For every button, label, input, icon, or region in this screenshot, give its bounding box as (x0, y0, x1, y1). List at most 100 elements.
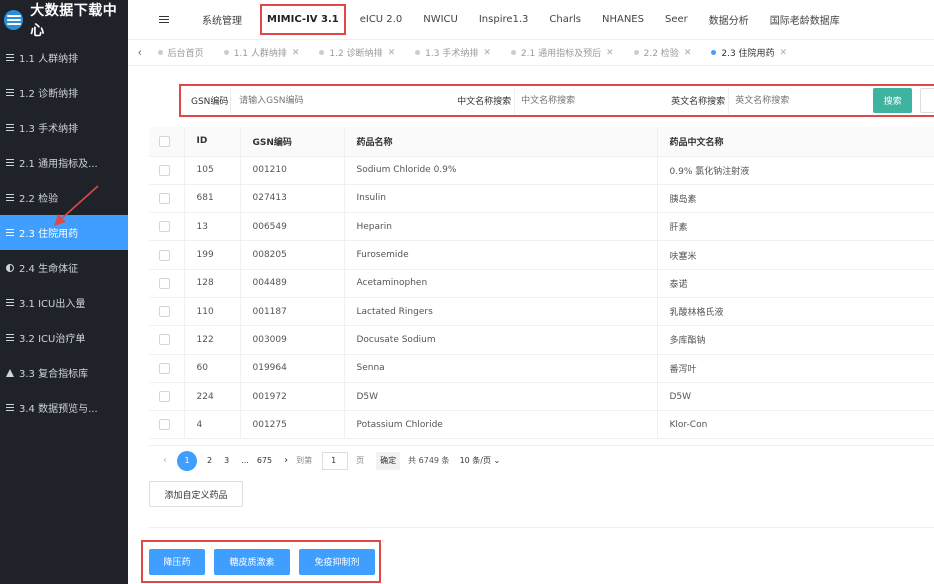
page-tab-1-1[interactable]: 1.1 人群纳排 ✕ (223, 46, 300, 59)
table-row[interactable]: 199 008205 Furosemide 呋塞米 (149, 240, 934, 270)
table-row[interactable]: 60 019964 Senna 番泻叶 (149, 354, 934, 383)
cell-gsn: 001972 (240, 382, 345, 412)
close-icon[interactable]: ✕ (388, 48, 396, 58)
jump-confirm-button[interactable]: 确定 (376, 451, 401, 470)
topnav-tab-inspire[interactable]: Inspire1.3 (479, 14, 529, 25)
antihypertensive-button[interactable]: 降压药 (149, 548, 205, 575)
cell-id: 60 (184, 354, 241, 383)
table-row[interactable]: 128 004489 Acetaminophen 泰诺 (149, 269, 934, 298)
topnav-tab-aging-db[interactable]: 国际老龄数据库 (770, 12, 840, 27)
sidebar-menu: 1.1 人群纳排 1.2 诊断纳排 1.3 手术纳排 2.1 通用指标及... … (0, 40, 128, 425)
gsn-label: GSN编码 (191, 97, 229, 107)
select-all-checkbox[interactable] (159, 135, 170, 147)
table-row[interactable]: 13 006549 Heparin 肝素 (149, 212, 934, 242)
row-checkbox[interactable] (159, 334, 170, 346)
page-3[interactable]: 3 (224, 456, 229, 465)
sidebar-item-2-2[interactable]: 2.2 检验 (0, 180, 128, 215)
sidebar-item-1-3[interactable]: 1.3 手术纳排 (0, 110, 128, 145)
search-button[interactable]: 搜索 (873, 88, 913, 113)
sidebar-item-label: 3.4 数据预览与... (19, 404, 98, 415)
cell-drug-name: Sodium Chloride 0.9% (344, 156, 658, 185)
immunosuppressant-button[interactable]: 免疫抑制剂 (299, 548, 375, 575)
reset-button[interactable] (920, 88, 934, 113)
topnav-tab-seer[interactable]: Seer (665, 14, 688, 25)
cell-id: 199 (184, 240, 241, 270)
sidebar-item-3-3[interactable]: 3.3 复合指标库 (0, 355, 128, 390)
list-icon (6, 53, 14, 62)
list-icon (6, 298, 14, 307)
page-tab-2-3[interactable]: 2.3 住院用药 ✕ (711, 46, 787, 59)
cell-gsn: 027413 (240, 184, 345, 214)
cn-name-input[interactable] (514, 87, 642, 114)
topnav-tab-analysis[interactable]: 数据分析 (709, 12, 749, 27)
top-navbar: 系统管理 MIMIC-IV 3.1 eICU 2.0 NWICU Inspire… (128, 0, 934, 40)
row-checkbox[interactable] (159, 391, 170, 403)
jump-label: 到第 (296, 456, 313, 465)
topnav-tab-nhanes[interactable]: NHANES (602, 14, 644, 25)
cell-drug-cn-name: 乳酸林格氏液 (657, 297, 934, 327)
menu-fold-icon[interactable] (159, 15, 169, 24)
row-checkbox[interactable] (159, 192, 170, 204)
next-page-icon[interactable]: › (284, 455, 288, 466)
prev-page-icon[interactable]: ‹ (163, 455, 167, 466)
table-row[interactable]: 122 003009 Docusate Sodium 多库酯钠 (149, 325, 934, 355)
add-custom-drug-button[interactable]: 添加自定义药品 (149, 481, 243, 507)
page-tab-home[interactable]: 后台首页 (157, 46, 204, 59)
half-circle-icon (6, 263, 14, 272)
page-tab-label: 2.2 检验 (643, 49, 679, 59)
page-ellipsis[interactable]: ... (241, 456, 249, 465)
page-tab-1-3[interactable]: 1.3 手术纳排 ✕ (415, 46, 491, 59)
close-icon[interactable]: ✕ (780, 48, 788, 58)
sidebar-item-1-1[interactable]: 1.1 人群纳排 (0, 40, 128, 75)
topnav-tab-nwicu[interactable]: NWICU (423, 14, 458, 25)
sidebar-item-2-3[interactable]: 2.3 住院用药 (0, 215, 128, 250)
page-tab-2-1[interactable]: 2.1 通用指标及预后 ✕ (510, 46, 614, 59)
table-row[interactable]: 681 027413 Insulin 胰岛素 (149, 184, 934, 214)
jump-page-input[interactable] (322, 451, 349, 470)
close-icon[interactable]: ✕ (684, 48, 692, 58)
close-icon[interactable]: ✕ (606, 48, 614, 58)
row-checkbox-cell (149, 269, 185, 298)
page-2[interactable]: 2 (207, 456, 212, 465)
page-1[interactable]: 1 (177, 450, 197, 471)
table-header-row: ID GSN编码 药品名称 药品中文名称 (149, 127, 934, 157)
cell-gsn: 001187 (240, 297, 345, 327)
row-checkbox[interactable] (159, 306, 170, 318)
table-row[interactable]: 110 001187 Lactated Ringers 乳酸林格氏液 (149, 297, 934, 327)
gsn-input[interactable] (230, 87, 360, 114)
page-size-select[interactable]: 10 条/页 ⌄ (460, 455, 501, 466)
sidebar-item-3-4[interactable]: 3.4 数据预览与... (0, 390, 128, 425)
table-row[interactable]: 224 001972 D5W D5W (149, 382, 934, 412)
sidebar-item-2-4[interactable]: 2.4 生命体征 (0, 250, 128, 285)
sidebar-item-2-1[interactable]: 2.1 通用指标及... (0, 145, 128, 180)
row-checkbox[interactable] (159, 362, 170, 374)
row-checkbox[interactable] (159, 249, 170, 261)
row-checkbox[interactable] (159, 419, 170, 431)
list-icon (6, 88, 14, 97)
page-tab-label: 2.1 通用指标及预后 (520, 49, 602, 59)
table-row[interactable]: 4 001275 Potassium Chloride Klor-Con (149, 410, 934, 440)
glucocorticoid-button[interactable]: 糖皮质激素 (214, 548, 290, 575)
close-icon[interactable]: ✕ (483, 48, 491, 58)
en-name-input[interactable] (728, 87, 856, 114)
page-last[interactable]: 675 (257, 456, 272, 465)
topnav-tab-system[interactable]: 系统管理 (202, 12, 242, 27)
cell-drug-name: D5W (344, 382, 658, 412)
row-checkbox[interactable] (159, 277, 170, 289)
cell-drug-cn-name: 0.9% 氯化钠注射液 (657, 156, 934, 185)
close-icon[interactable]: ✕ (292, 48, 300, 58)
row-checkbox[interactable] (159, 221, 170, 233)
topnav-tab-mimic[interactable]: MIMIC-IV 3.1 (260, 4, 346, 35)
row-checkbox[interactable] (159, 164, 170, 176)
table-row[interactable]: 105 001210 Sodium Chloride 0.9% 0.9% 氯化钠注射液 (149, 156, 934, 185)
page-tab-1-2[interactable]: 1.2 诊断纳排 ✕ (319, 46, 395, 59)
sidebar-item-3-2[interactable]: 3.2 ICU治疗单 (0, 320, 128, 355)
sidebar-item-3-1[interactable]: 3.1 ICU出入量 (0, 285, 128, 320)
page-tab-2-2[interactable]: 2.2 检验 ✕ (633, 46, 692, 59)
chevron-left-icon[interactable]: ‹ (138, 47, 142, 59)
cell-id: 122 (184, 325, 241, 355)
sidebar: 大数据下载中心 1.1 人群纳排 1.2 诊断纳排 1.3 手术纳排 2.1 通… (0, 0, 128, 584)
sidebar-item-1-2[interactable]: 1.2 诊断纳排 (0, 75, 128, 110)
topnav-tab-charls[interactable]: Charls (549, 14, 581, 25)
topnav-tab-eicu[interactable]: eICU 2.0 (360, 14, 403, 25)
